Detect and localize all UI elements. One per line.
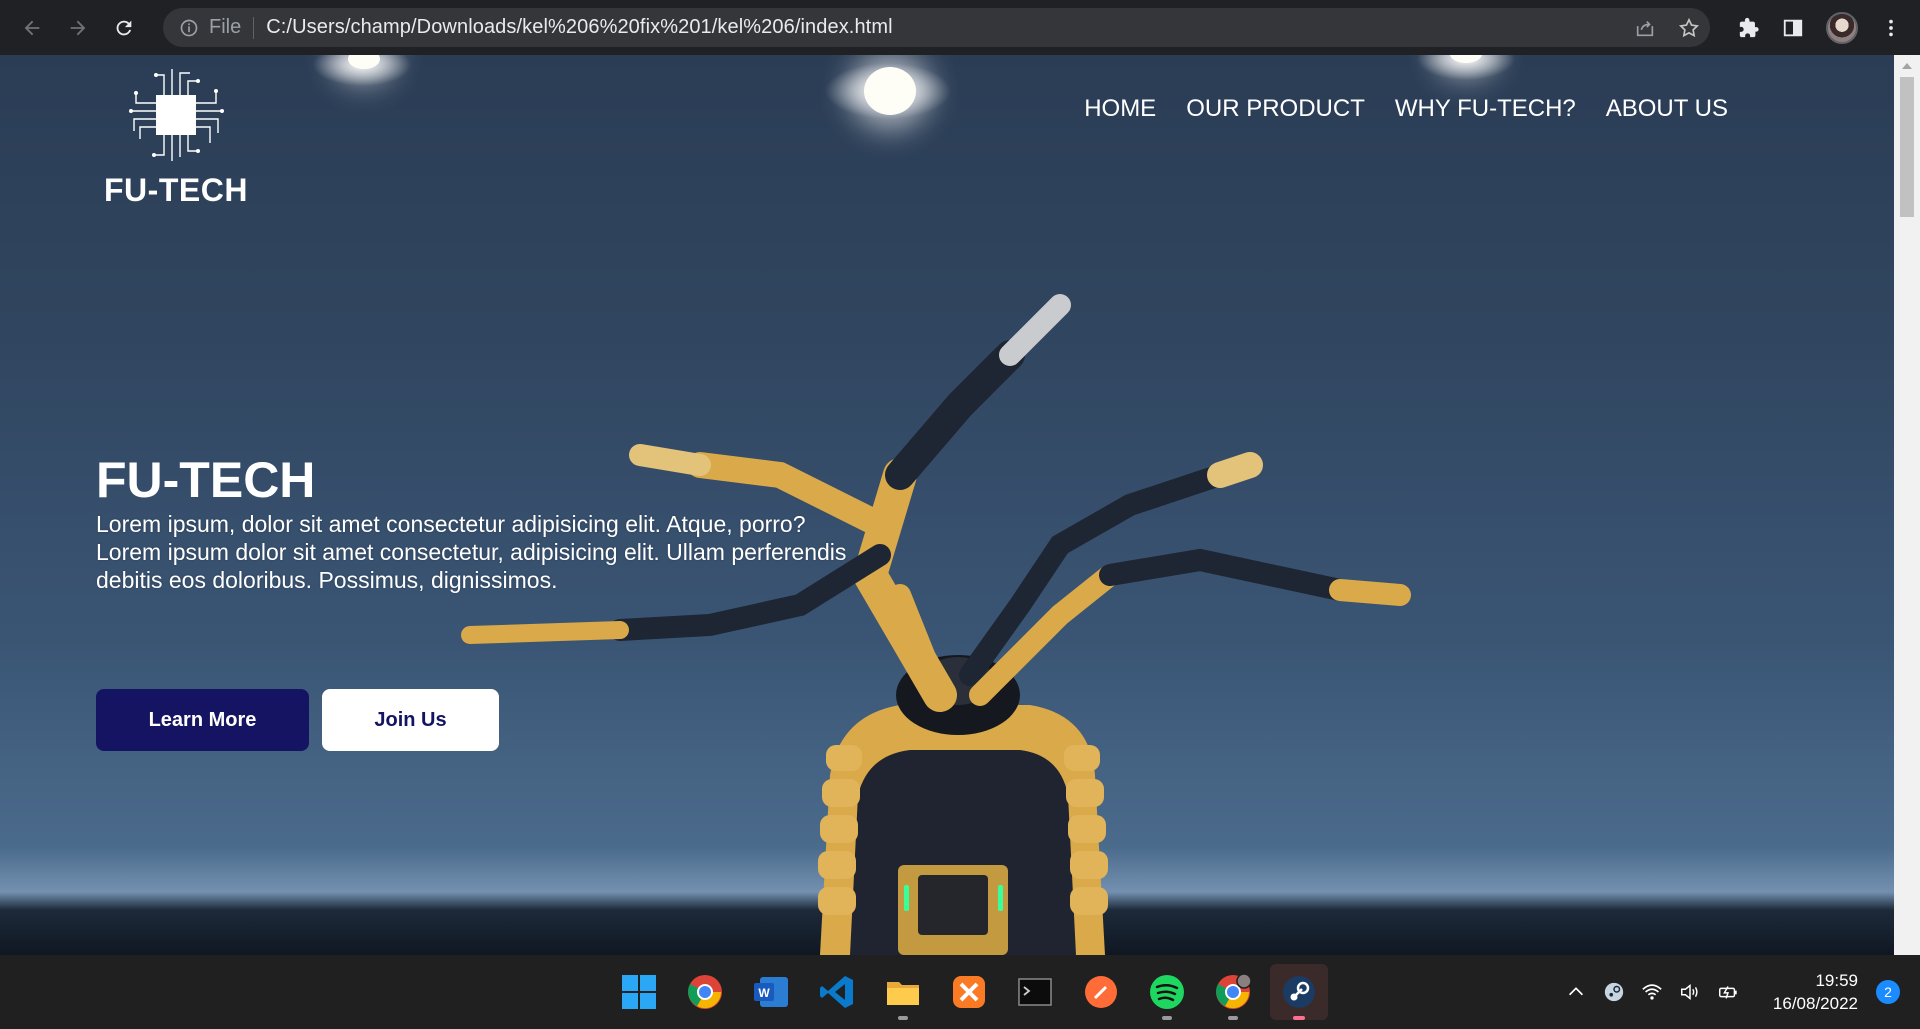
forward-button[interactable]	[60, 10, 96, 46]
chrome-icon	[688, 975, 722, 1009]
active-indicator	[1293, 1016, 1305, 1020]
browser-toolbar: File C:/Users/champ/Downloads/kel%206%20…	[0, 0, 1920, 55]
start-button[interactable]	[610, 964, 668, 1020]
spotify-icon	[1150, 975, 1184, 1009]
taskbar-chrome-profile[interactable]	[1204, 964, 1262, 1020]
running-indicator	[1162, 1016, 1172, 1020]
separator	[253, 16, 255, 39]
back-button[interactable]	[14, 10, 50, 46]
page-viewport: FU-TECH HOME OUR PRODUCT WHY FU-TECH? AB…	[0, 55, 1894, 955]
nav-about-us[interactable]: ABOUT US	[1606, 95, 1728, 123]
taskbar-apps: W	[610, 964, 1328, 1020]
nav-why-fu-tech[interactable]: WHY FU-TECH?	[1395, 95, 1576, 123]
svg-text:W: W	[758, 986, 770, 1000]
xampp-icon	[953, 976, 985, 1008]
arrow-right-icon	[70, 20, 86, 35]
bookmark-star-icon[interactable]	[1678, 17, 1700, 39]
taskbar-chrome[interactable]	[676, 964, 734, 1020]
page-scrollbar[interactable]	[1894, 55, 1920, 955]
reload-button[interactable]	[106, 10, 142, 46]
menu-dots-icon[interactable]	[1880, 17, 1902, 39]
terminal-icon	[1018, 978, 1052, 1006]
windows-logo-icon	[622, 975, 656, 1009]
site-logo[interactable]: FU-TECH	[104, 65, 254, 215]
clock-date: 16/08/2022	[1772, 994, 1858, 1013]
brand-name: FU-TECH	[104, 172, 248, 208]
folder-icon	[887, 982, 919, 1005]
taskbar-steam[interactable]	[1270, 964, 1328, 1020]
site-nav: HOME OUR PRODUCT WHY FU-TECH? ABOUT US	[1084, 95, 1728, 123]
extensions-icon[interactable]	[1738, 17, 1760, 39]
join-us-button[interactable]: Join Us	[322, 689, 499, 751]
scrollbar-thumb[interactable]	[1900, 77, 1914, 217]
taskbar-postman[interactable]	[1072, 964, 1130, 1020]
taskbar-xampp[interactable]	[940, 964, 998, 1020]
wifi-icon[interactable]	[1641, 981, 1663, 1003]
circuit-chip-icon	[129, 69, 224, 161]
chevron-up-icon[interactable]	[1565, 981, 1587, 1003]
notification-badge[interactable]: 2	[1876, 980, 1900, 1004]
chrome-profile-icon	[1216, 973, 1252, 1009]
hero-title: FU-TECH	[96, 452, 316, 508]
hero-description: Lorem ipsum, dolor sit amet consectetur …	[96, 511, 847, 593]
system-clock[interactable]: 19:59 16/08/2022	[1773, 969, 1858, 1015]
hero-buttons: Learn More Join Us	[96, 689, 499, 751]
share-icon[interactable]	[1634, 17, 1656, 39]
taskbar-spotify[interactable]	[1138, 964, 1196, 1020]
volume-icon[interactable]	[1679, 981, 1701, 1003]
nav-our-product[interactable]: OUR PRODUCT	[1186, 95, 1365, 123]
vscode-icon	[820, 976, 853, 1008]
hero-section: FU-TECH Lorem ipsum, dolor sit amet cons…	[96, 450, 856, 594]
taskbar-vscode[interactable]	[808, 964, 866, 1020]
address-bar[interactable]: File C:/Users/champ/Downloads/kel%206%20…	[163, 8, 1710, 47]
arrow-left-icon	[24, 20, 40, 35]
running-indicator	[1228, 1016, 1238, 1020]
reload-icon	[116, 20, 132, 35]
info-icon[interactable]	[179, 18, 199, 38]
battery-charging-icon[interactable]	[1717, 981, 1739, 1003]
profile-avatar[interactable]	[1826, 11, 1858, 44]
taskbar-word[interactable]: W	[742, 964, 800, 1020]
steam-icon	[1283, 976, 1315, 1008]
steam-tray-icon[interactable]	[1603, 981, 1625, 1003]
taskbar-file-explorer[interactable]	[874, 964, 932, 1020]
url-text[interactable]: C:/Users/champ/Downloads/kel%206%20fix%2…	[266, 16, 892, 39]
windows-taskbar: W 19:59 16/08/2022 2	[0, 955, 1920, 1029]
learn-more-button[interactable]: Learn More	[96, 689, 309, 751]
nav-home[interactable]: HOME	[1084, 95, 1156, 123]
side-panel-icon[interactable]	[1782, 17, 1804, 39]
word-icon: W	[754, 977, 788, 1007]
postman-icon	[1085, 976, 1117, 1008]
clock-time: 19:59	[1815, 971, 1858, 990]
running-indicator	[898, 1016, 908, 1020]
scroll-up-arrow-icon[interactable]	[1902, 63, 1912, 69]
file-label: File	[209, 16, 242, 38]
taskbar-terminal[interactable]	[1006, 964, 1064, 1020]
system-tray: 19:59 16/08/2022 2	[1565, 955, 1920, 1029]
